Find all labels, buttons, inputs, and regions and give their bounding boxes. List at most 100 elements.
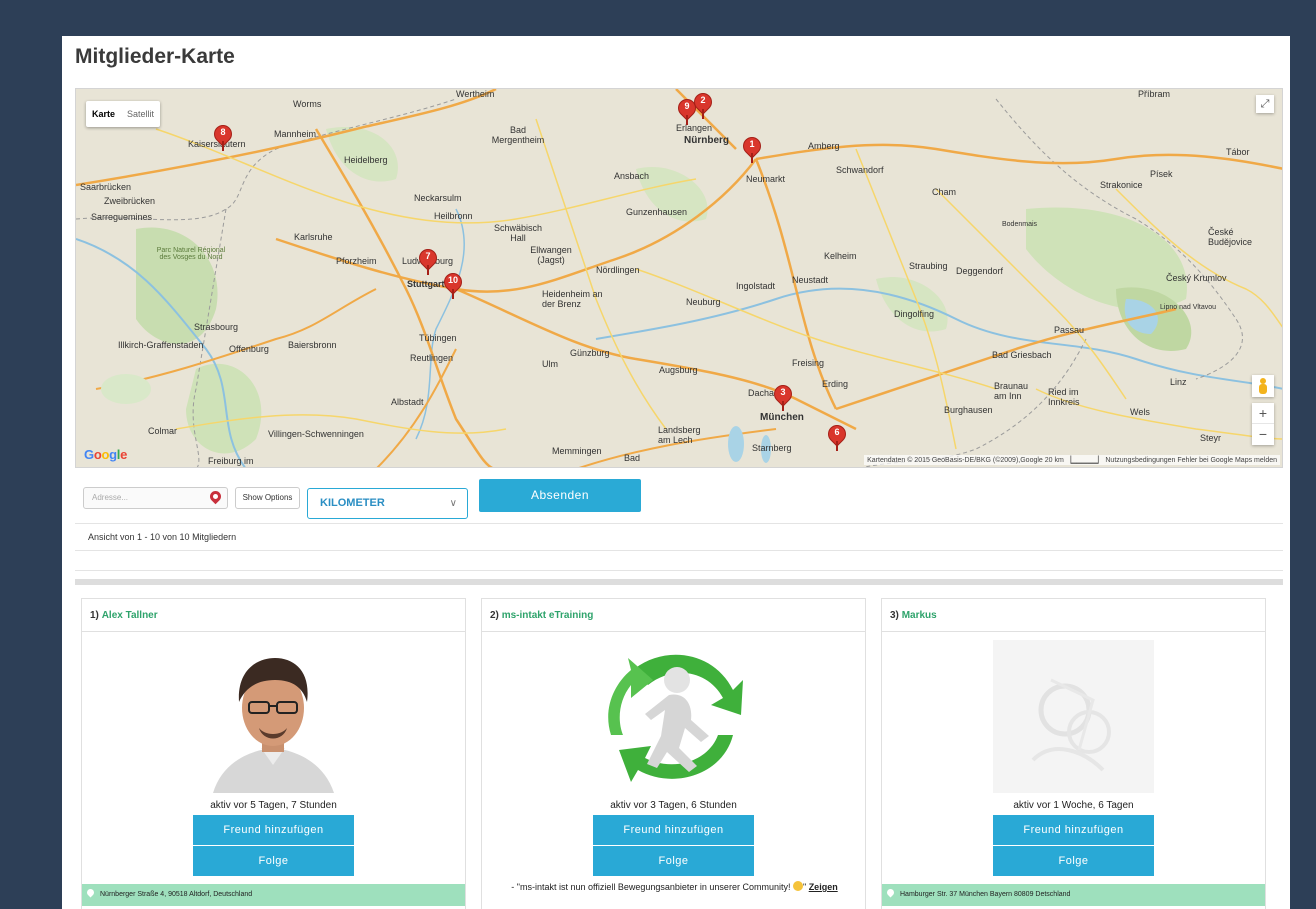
map-marker-1[interactable]: 1 <box>739 133 765 165</box>
fullscreen-icon[interactable]: ⤢ <box>1256 95 1274 113</box>
member-card-header: 3) Markus <box>882 599 1265 632</box>
map-type-satellit[interactable]: Satellit <box>121 101 160 127</box>
city-label: Heidelberg <box>344 155 388 165</box>
member-card: 2) ms-intakt eTraining aktiv vor 3 Tagen… <box>481 598 866 909</box>
city-label: München <box>760 412 804 423</box>
member-avatar[interactable] <box>193 640 354 793</box>
add-friend-button[interactable]: Freund hinzufügen <box>993 815 1154 845</box>
member-card-header: 1) Alex Tallner <box>82 599 465 632</box>
follow-button[interactable]: Folge <box>993 846 1154 876</box>
show-options-button[interactable]: Show Options <box>235 487 300 509</box>
city-label: Wels <box>1130 407 1150 417</box>
city-label: Amberg <box>808 141 840 151</box>
map-marker-3[interactable]: 3 <box>770 381 796 413</box>
follow-button[interactable]: Folge <box>193 846 354 876</box>
city-label: Freising <box>792 358 825 368</box>
map-type-control: Karte Satellit <box>86 101 161 127</box>
city-label: Pforzheim <box>336 256 377 266</box>
city-label: Günzburg <box>570 348 610 358</box>
follow-button[interactable]: Folge <box>593 846 754 876</box>
member-name-link[interactable]: Alex Tallner <box>102 610 158 621</box>
city-label: Bodenmais <box>1002 221 1038 228</box>
add-friend-button[interactable]: Freund hinzufügen <box>193 815 354 845</box>
city-label: Schwäbisch Hall <box>493 223 543 243</box>
city-label: Neckarsulm <box>414 193 462 203</box>
city-label: Heilbronn <box>434 211 473 221</box>
city-label: Bad Mergentheim <box>491 125 545 145</box>
city-label: Tábor <box>1226 147 1250 157</box>
member-card-header: 2) ms-intakt eTraining <box>482 599 865 632</box>
city-label: Dingolfing <box>894 309 935 319</box>
address-input[interactable]: Adresse... <box>83 487 228 509</box>
member-name-link[interactable]: ms-intakt eTraining <box>502 610 594 621</box>
city-label: Offenburg <box>229 344 269 354</box>
member-name-link[interactable]: Markus <box>902 610 937 621</box>
unit-select-value: KILOMETER <box>320 497 385 509</box>
city-label: Wertheim <box>456 89 495 99</box>
city-label: Stuttgart <box>407 279 445 289</box>
map-type-karte[interactable]: Karte <box>86 101 121 127</box>
member-address-text: Nürnberger Straße 4, 90518 Altdorf, Deut… <box>100 891 253 898</box>
city-label: Ulm <box>542 359 558 369</box>
city-label: Strakonice <box>1100 180 1143 190</box>
map-attribution[interactable]: Kartendaten © 2015 GeoBasis-DE/BKG (©200… <box>864 455 1280 465</box>
member-address: Hamburger Str. 37 München Bayern 80809 D… <box>882 884 1265 906</box>
city-label: Gunzenhausen <box>626 207 688 217</box>
map-marker-10[interactable]: 10 <box>440 269 466 301</box>
quote-text: - "ms-intakt ist nun offiziell Bewegungs… <box>511 882 791 892</box>
city-label: Kelheim <box>824 251 857 261</box>
map-marker-6[interactable]: 6 <box>824 421 850 453</box>
city-label: Zweibrücken <box>104 196 156 206</box>
city-label: Ingolstadt <box>736 281 776 291</box>
page-title: Mitglieder-Karte <box>75 45 235 68</box>
location-pin-icon <box>885 887 896 898</box>
city-label: Erding <box>822 379 849 389</box>
show-more-link[interactable]: Zeigen <box>809 882 838 892</box>
map-marker-7[interactable]: 7 <box>415 245 441 277</box>
city-label: Neumarkt <box>746 174 786 184</box>
city-label: Sarreguemines <box>91 212 153 222</box>
google-logo: Google <box>84 447 128 462</box>
pegman-icon[interactable] <box>1252 375 1274 397</box>
member-status: aktiv vor 3 Tagen, 6 Stunden <box>610 800 737 811</box>
city-label: Landsberg am Lech <box>658 425 701 445</box>
city-label: Burghausen <box>944 405 993 415</box>
city-label: Deggendorf <box>956 266 1004 276</box>
city-label: Schwandorf <box>836 165 884 175</box>
page-container: Mitglieder-Karte Worms Mannheim Heidelbe… <box>62 36 1290 909</box>
divider <box>75 579 1283 585</box>
unit-select[interactable]: KILOMETER ∨ <box>307 488 468 519</box>
city-label: Linz <box>1170 377 1187 387</box>
city-label: Bad <box>624 453 641 463</box>
add-friend-button[interactable]: Freund hinzufügen <box>593 815 754 845</box>
city-label: Villingen-Schwenningen <box>268 429 364 439</box>
map-marker-8[interactable]: 8 <box>210 121 236 153</box>
member-index: 1) <box>90 610 99 621</box>
city-label: Neuburg <box>686 297 721 307</box>
city-label: Nürnberg <box>684 135 729 146</box>
member-avatar[interactable] <box>593 640 754 793</box>
city-label: Albstadt <box>391 397 424 407</box>
zoom-out-button[interactable]: − <box>1252 424 1274 445</box>
city-label: Karlsruhe <box>294 232 333 242</box>
members-map[interactable]: Worms Mannheim Heidelberg Kaiserslautern… <box>75 88 1283 468</box>
zoom-in-button[interactable]: + <box>1252 403 1274 424</box>
city-label: Mannheim <box>274 129 317 139</box>
city-label: Braunau am Inn <box>994 381 1029 401</box>
submit-button[interactable]: Absenden <box>479 479 641 512</box>
quote-end: " <box>802 882 807 892</box>
member-avatar[interactable] <box>993 640 1154 793</box>
results-count: Ansicht von 1 - 10 von 10 Mitgliedern <box>75 523 1283 551</box>
city-label: Memmingen <box>552 446 602 456</box>
member-status: aktiv vor 1 Woche, 6 Tagen <box>1013 800 1134 811</box>
city-label: Illkirch-Graffenstaden <box>118 340 204 350</box>
city-label: Worms <box>293 99 322 109</box>
city-label: České Budějovice <box>1208 227 1253 247</box>
member-index: 2) <box>490 610 499 621</box>
member-status: aktiv vor 5 Tagen, 7 Stunden <box>210 800 337 811</box>
member-card: 1) Alex Tallner aktiv vor 5 Tagen, 7 Stu… <box>81 598 466 909</box>
map-marker-2[interactable]: 2 <box>690 89 716 121</box>
member-address-text: Hamburger Str. 37 München Bayern 80809 D… <box>900 891 1071 898</box>
city-label: Ellwangen (Jagst) <box>530 245 572 265</box>
city-label: Příbram <box>1138 89 1171 99</box>
